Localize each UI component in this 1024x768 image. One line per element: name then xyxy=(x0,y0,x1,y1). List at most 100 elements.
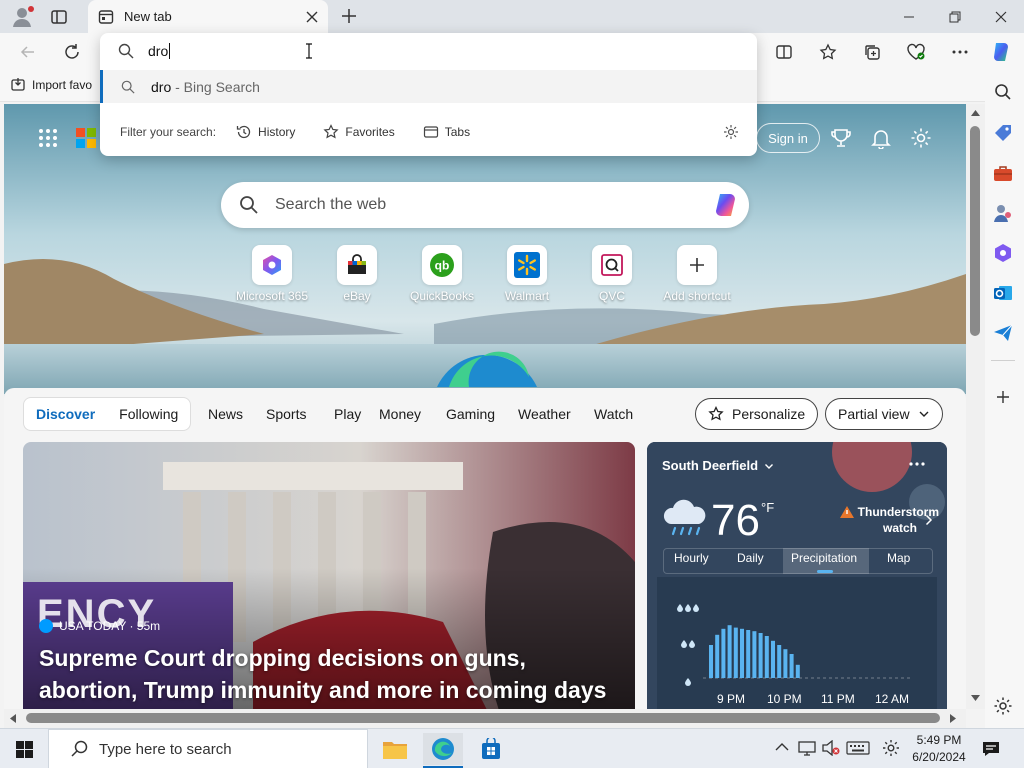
scroll-left-arrow[interactable] xyxy=(10,714,16,723)
precip-bar xyxy=(715,634,720,678)
scroll-right-arrow[interactable] xyxy=(950,714,956,723)
filter-favorites[interactable]: Favorites xyxy=(323,124,395,140)
send-icon[interactable] xyxy=(991,321,1015,345)
import-favorites-link[interactable]: Import favo xyxy=(10,77,92,93)
filter-tabs[interactable]: Tabs xyxy=(423,124,470,140)
scroll-up-arrow[interactable] xyxy=(971,110,980,116)
store-icon[interactable] xyxy=(471,733,511,765)
feed-mode-toggle: Discover Following xyxy=(23,397,192,431)
feed-tab-watch[interactable]: Watch xyxy=(594,406,633,422)
sidebar-search-icon[interactable] xyxy=(991,80,1015,104)
news-feed: Discover Following News Sports Play Mone… xyxy=(4,388,966,709)
collections-icon[interactable] xyxy=(858,38,886,66)
windows-logo-icon xyxy=(15,740,33,758)
address-bar-input[interactable]: dro xyxy=(148,43,168,59)
start-button[interactable] xyxy=(0,729,48,768)
shortcut-qvc[interactable]: QVC xyxy=(570,245,654,303)
weather-card[interactable]: South Deerfield 76 °F Thunderstorm watch… xyxy=(647,442,947,709)
vertical-scrollbar[interactable] xyxy=(966,104,985,709)
search-settings-icon[interactable] xyxy=(723,124,739,140)
weather-tab-precipitation[interactable]: Precipitation xyxy=(791,551,857,565)
feed-tab-money[interactable]: Money xyxy=(379,406,421,422)
text-cursor xyxy=(169,43,171,59)
shortcut-ebay[interactable]: eBay xyxy=(315,245,399,303)
taskbar-search-box[interactable]: Type here to search xyxy=(48,729,368,768)
keyboard-icon[interactable] xyxy=(846,741,870,755)
file-explorer-icon[interactable] xyxy=(375,733,415,765)
close-tab-icon[interactable] xyxy=(306,11,318,23)
network-icon[interactable] xyxy=(798,740,816,756)
browser-essentials-icon[interactable] xyxy=(902,38,930,66)
back-button[interactable] xyxy=(14,38,42,66)
edge-taskbar-icon[interactable] xyxy=(423,733,463,765)
personalize-button[interactable]: Personalize xyxy=(695,398,819,430)
copilot-search-icon[interactable] xyxy=(711,190,741,220)
games-icon[interactable] xyxy=(991,201,1015,225)
shortcut-label: Add shortcut xyxy=(663,289,731,303)
feed-tab-weather[interactable]: Weather xyxy=(518,406,571,422)
precip-legend xyxy=(677,600,701,694)
refresh-button[interactable] xyxy=(58,38,86,66)
weather-tab-hourly[interactable]: Hourly xyxy=(674,551,709,565)
feed-tab-gaming[interactable]: Gaming xyxy=(446,406,495,422)
shortcut-microsoft-365[interactable]: Microsoft 365 xyxy=(230,245,314,303)
web-search-box[interactable]: Search the web xyxy=(221,182,749,228)
more-options-icon[interactable] xyxy=(946,38,974,66)
clock[interactable]: 5:49 PM 6/20/2024 xyxy=(908,732,970,766)
favorites-icon[interactable] xyxy=(814,38,842,66)
scroll-thumb[interactable] xyxy=(970,126,980,336)
outlook-icon[interactable] xyxy=(991,281,1015,305)
weather-tab-daily[interactable]: Daily xyxy=(737,551,764,565)
add-sidebar-app-icon[interactable] xyxy=(991,385,1015,409)
sidebar-divider xyxy=(991,360,1015,361)
shortcut-quickbooks[interactable]: qb QuickBooks xyxy=(400,245,484,303)
sidebar-settings-icon[interactable] xyxy=(991,694,1015,718)
weather-location-dropdown[interactable]: South Deerfield xyxy=(662,458,774,473)
new-tab-button[interactable] xyxy=(340,7,358,25)
scroll-down-arrow[interactable] xyxy=(971,695,980,701)
microsoft-365-sidebar-icon[interactable] xyxy=(991,241,1015,265)
horizontal-scrollbar[interactable] xyxy=(4,709,966,728)
rewards-icon[interactable] xyxy=(830,127,852,149)
shopping-tag-icon[interactable] xyxy=(991,121,1015,145)
show-hidden-icons-icon[interactable] xyxy=(775,742,789,752)
settings-tray-icon[interactable] xyxy=(882,739,900,757)
weather-alert[interactable]: Thunderstorm watch xyxy=(819,504,939,536)
close-window-button[interactable] xyxy=(978,0,1024,33)
layout-view-dropdown[interactable]: Partial view xyxy=(825,398,943,430)
tab-following[interactable]: Following xyxy=(107,406,190,422)
shortcut-label: QuickBooks xyxy=(409,289,475,303)
more-options-icon[interactable] xyxy=(909,462,925,466)
restore-button[interactable] xyxy=(932,0,978,33)
add-shortcut-button[interactable]: Add shortcut xyxy=(655,245,739,303)
feed-tab-play[interactable]: Play xyxy=(334,406,361,422)
news-card[interactable]: ENCY USA TODAY · 55m Supreme Court dropp… xyxy=(23,442,635,709)
volume-muted-icon[interactable] xyxy=(822,740,840,756)
feed-tab-news[interactable]: News xyxy=(208,406,243,422)
tab-actions-icon[interactable] xyxy=(50,8,68,26)
minimize-button[interactable] xyxy=(886,0,932,33)
address-bar[interactable]: dro xyxy=(100,33,757,69)
feed-tab-sports[interactable]: Sports xyxy=(266,406,306,422)
apps-launcher-icon[interactable] xyxy=(38,128,58,148)
precip-bar xyxy=(771,640,775,678)
shortcut-label: Microsoft 365 xyxy=(235,289,309,303)
filter-history[interactable]: History xyxy=(236,124,295,140)
suggestion-bing-search[interactable]: dro - Bing Search xyxy=(100,70,757,103)
profile-icon[interactable] xyxy=(10,5,34,29)
weather-tab-map[interactable]: Map xyxy=(887,551,910,565)
tools-briefcase-icon[interactable] xyxy=(991,161,1015,185)
notification-center-icon[interactable] xyxy=(982,740,1000,758)
split-screen-icon[interactable] xyxy=(770,38,798,66)
chevron-right-icon[interactable] xyxy=(925,514,933,526)
sign-in-button[interactable]: Sign in xyxy=(756,123,820,153)
sparkle-star-icon xyxy=(708,406,724,422)
copilot-icon[interactable] xyxy=(988,38,1016,66)
shortcut-walmart[interactable]: Walmart xyxy=(485,245,569,303)
tab-discover[interactable]: Discover xyxy=(24,406,107,422)
tab-new-tab[interactable]: New tab xyxy=(88,0,328,33)
news-headline[interactable]: Supreme Court dropping decisions on guns… xyxy=(39,642,629,706)
page-settings-icon[interactable] xyxy=(910,127,932,149)
scroll-thumb[interactable] xyxy=(26,713,940,723)
notifications-icon[interactable] xyxy=(870,127,892,149)
